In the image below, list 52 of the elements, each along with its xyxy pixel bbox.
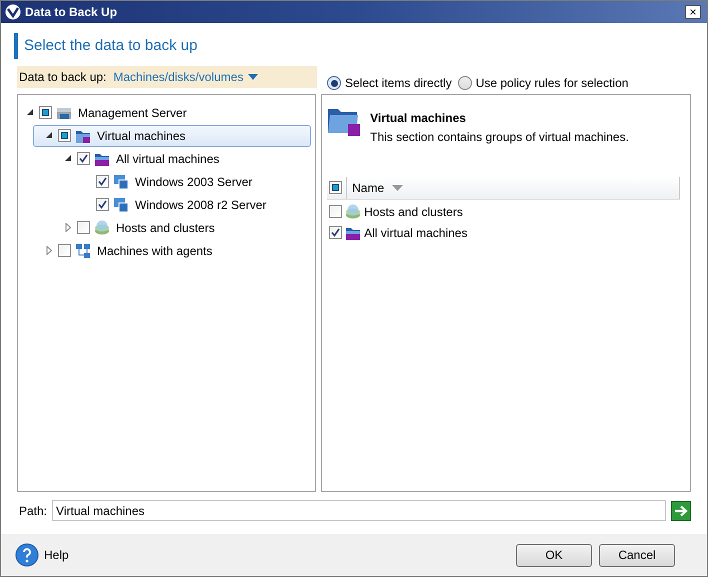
tree-item[interactable]: Virtual machines bbox=[33, 124, 312, 146]
checkbox[interactable] bbox=[39, 106, 52, 119]
collapse-arrow-icon[interactable] bbox=[45, 131, 54, 140]
dialog-button[interactable]: Cancel bbox=[599, 544, 675, 566]
window-title: Data to Back Up bbox=[25, 4, 118, 21]
list-item[interactable]: All virtual machines bbox=[364, 224, 468, 242]
checkbox[interactable] bbox=[96, 198, 109, 211]
radio-button[interactable] bbox=[458, 76, 472, 90]
checkbox[interactable] bbox=[58, 244, 71, 257]
close-button[interactable]: × bbox=[685, 5, 701, 19]
dialog-button[interactable]: OK bbox=[516, 544, 592, 566]
expand-arrow-icon[interactable] bbox=[45, 246, 54, 255]
checkbox[interactable] bbox=[58, 129, 71, 142]
monitor-icon bbox=[113, 196, 129, 212]
caret-down-icon bbox=[248, 74, 258, 80]
path-label: Path: bbox=[19, 502, 48, 520]
name-column-header[interactable]: Name bbox=[352, 178, 404, 196]
tree-item[interactable]: Management Server bbox=[76, 104, 187, 122]
network-icon bbox=[75, 242, 91, 258]
tree-item[interactable]: Windows 2008 r2 Server bbox=[133, 196, 266, 214]
sort-caret-icon bbox=[392, 184, 404, 190]
checkbox[interactable] bbox=[77, 221, 90, 234]
collapse-arrow-icon[interactable] bbox=[26, 108, 35, 117]
radio-button[interactable] bbox=[327, 76, 341, 90]
checkbox[interactable] bbox=[329, 205, 342, 218]
arrow-right-icon bbox=[674, 504, 688, 516]
radio-option[interactable]: Select items directly bbox=[327, 74, 452, 92]
data-selector-label: Data to back up: bbox=[19, 69, 106, 86]
path-field[interactable]: Virtual machines bbox=[52, 500, 666, 521]
tree-item[interactable]: All virtual machines bbox=[114, 150, 220, 168]
data-selector-dropdown[interactable]: Machines/disks/volumes bbox=[113, 68, 258, 86]
tree-item[interactable]: Windows 2003 Server bbox=[133, 172, 252, 190]
expand-arrow-icon[interactable] bbox=[64, 223, 73, 232]
help-icon bbox=[15, 543, 39, 567]
monitor-icon bbox=[113, 174, 129, 190]
section-title: Virtual machines bbox=[370, 110, 467, 127]
page-heading: Select the data to back up bbox=[24, 36, 198, 56]
app-logo-icon bbox=[5, 4, 21, 20]
stack-icon bbox=[94, 220, 110, 236]
collapse-arrow-icon[interactable] bbox=[64, 154, 73, 163]
checkbox[interactable] bbox=[329, 226, 342, 239]
stack-icon bbox=[345, 204, 362, 220]
help-button[interactable]: Help bbox=[15, 543, 69, 567]
go-button[interactable] bbox=[671, 500, 691, 520]
tree-item[interactable]: Machines with agents bbox=[95, 242, 212, 260]
checkbox[interactable] bbox=[96, 175, 109, 188]
checkbox[interactable] bbox=[329, 181, 342, 194]
checkbox[interactable] bbox=[77, 152, 90, 165]
section-description: This section contains groups of virtual machines. bbox=[370, 129, 629, 146]
radio-option[interactable]: Use policy rules for selection bbox=[458, 74, 628, 92]
list-item[interactable]: Hosts and clusters bbox=[364, 202, 463, 220]
tree-item[interactable]: Hosts and clusters bbox=[114, 218, 215, 236]
